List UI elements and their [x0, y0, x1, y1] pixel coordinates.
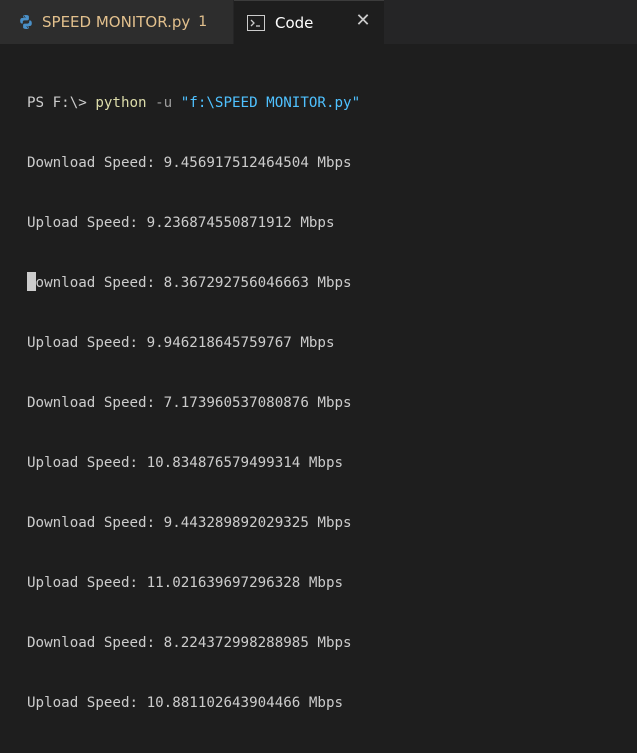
python-icon — [18, 14, 34, 30]
terminal-output: PS F:\> python -u "f:\SPEED MONITOR.py" … — [27, 53, 360, 753]
terminal-cursor — [27, 272, 36, 291]
terminal-icon — [247, 14, 265, 31]
command-line: PS F:\> python -u "f:\SPEED MONITOR.py" — [27, 93, 360, 113]
command-flag: -u — [146, 95, 181, 111]
tab-code-label: Code — [275, 13, 314, 32]
close-icon[interactable]: ✕ — [354, 12, 372, 30]
output-line: Upload Speed: 10.834876579499314 Mbps — [27, 455, 344, 471]
tab-speed-monitor-py[interactable]: SPEED MONITOR.py 1 — [0, 0, 233, 44]
prompt: PS F:\> — [27, 95, 96, 111]
output-line: Download Speed: 8.224372998288985 Mbps — [27, 635, 352, 651]
problems-count-badge: 1 — [198, 14, 208, 30]
terminal-panel[interactable]: PS F:\> python -u "f:\SPEED MONITOR.py" … — [0, 44, 637, 711]
tab-bar: SPEED MONITOR.py 1 Code ✕ — [0, 0, 637, 44]
output-line: Upload Speed: 9.946218645759767 Mbps — [27, 335, 335, 351]
output-line: Upload Speed: 9.236874550871912 Mbps — [27, 215, 335, 231]
output-line: Download Speed: 9.443289892029325 Mbps — [27, 515, 352, 531]
tab-code-terminal[interactable]: Code ✕ — [234, 0, 384, 44]
output-line: Download Speed: 9.456917512464504 Mbps — [27, 155, 352, 171]
output-line: Upload Speed: 10.881102643904466 Mbps — [27, 695, 344, 711]
output-line: Upload Speed: 11.021639697296328 Mbps — [27, 575, 344, 591]
command-name: python — [95, 95, 147, 111]
command-argument: "f:\SPEED MONITOR.py" — [180, 95, 361, 111]
output-line: Download Speed: 8.367292756046663 Mbps — [27, 275, 352, 291]
output-line: Download Speed: 7.173960537080876 Mbps — [27, 395, 352, 411]
tab-file-label: SPEED MONITOR.py — [42, 13, 191, 31]
